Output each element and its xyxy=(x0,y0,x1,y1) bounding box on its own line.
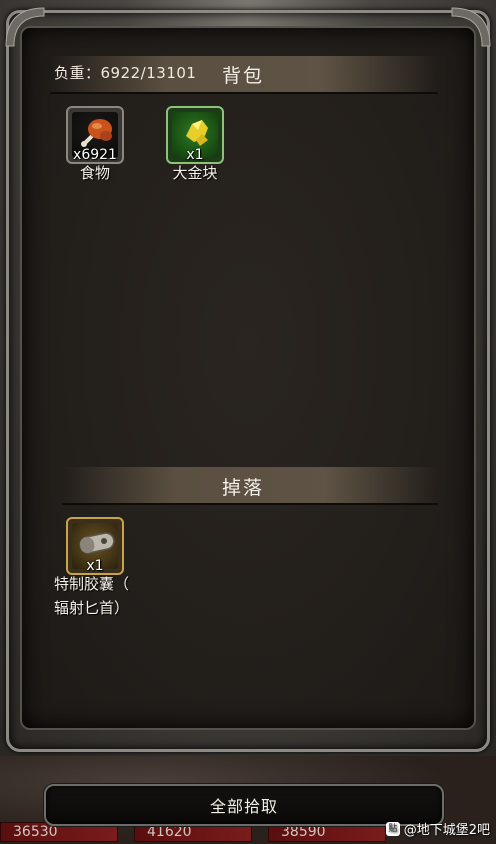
item-name: 食物 xyxy=(79,164,110,182)
corner-ornament-icon xyxy=(4,6,48,50)
item-quantity: x1 xyxy=(86,558,104,574)
item-name: 大金块 xyxy=(172,164,218,182)
watermark: 贴 @地下城堡2吧 xyxy=(385,819,490,838)
pickup-all-button[interactable]: 全部拾取 xyxy=(44,784,444,826)
bag-item-food[interactable]: x6921 xyxy=(66,106,124,164)
meat-icon xyxy=(81,119,112,147)
item-name-line2: 辐射匕首） xyxy=(54,599,130,617)
item-quantity: x1 xyxy=(186,147,204,163)
bag-item-gold-nugget[interactable]: x1 xyxy=(166,106,224,164)
weight-label: 负重：6922/13101 xyxy=(54,64,197,82)
tieba-logo-icon: 贴 xyxy=(385,821,400,836)
watermark-text: @地下城堡2吧 xyxy=(403,823,490,838)
item-quantity: x6921 xyxy=(73,147,117,163)
bag-title: 背包 xyxy=(222,65,265,87)
item-name-line1: 特制胶囊（ xyxy=(54,575,130,593)
corner-ornament-icon xyxy=(448,6,492,50)
drops-title: 掉落 xyxy=(222,477,265,499)
gold-nugget-icon xyxy=(186,120,208,146)
capsule-icon xyxy=(79,532,115,554)
drop-item-capsule[interactable]: x1 xyxy=(66,517,124,575)
